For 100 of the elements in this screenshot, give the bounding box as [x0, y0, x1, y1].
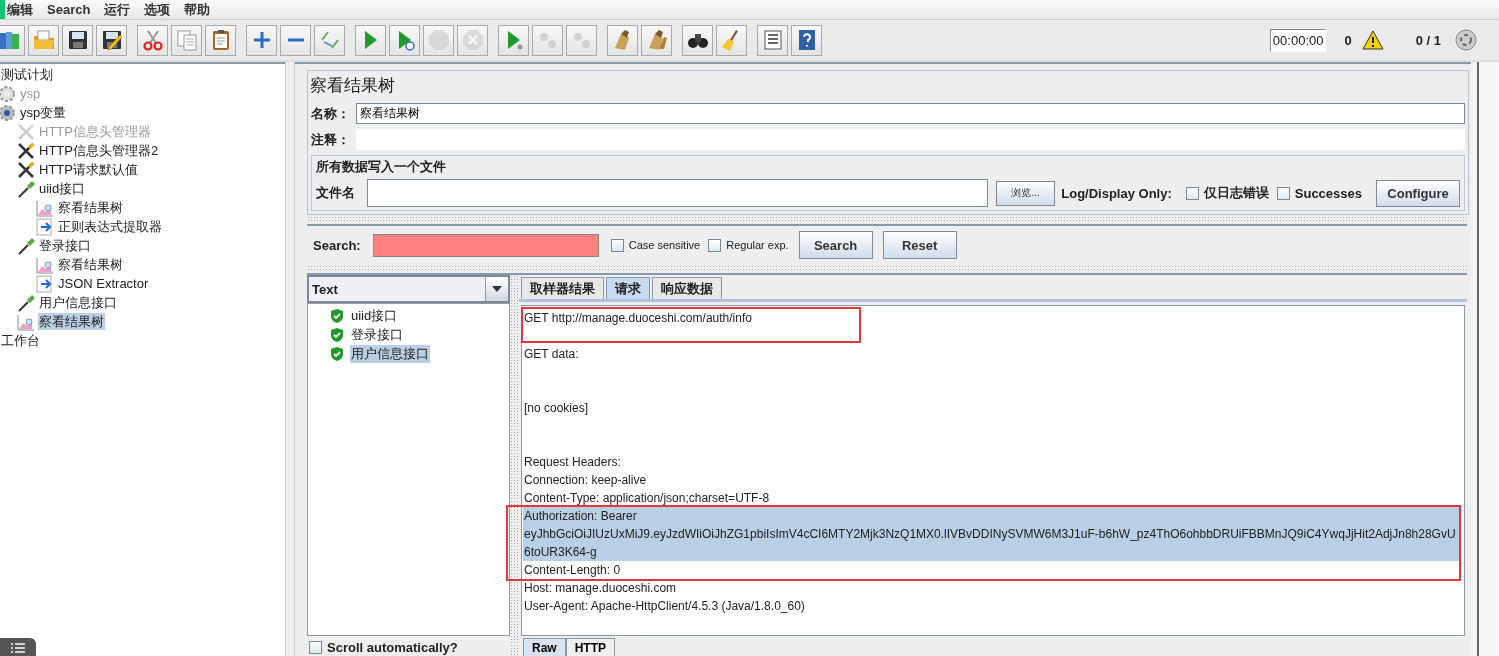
tree-item[interactable]: HTTP请求默认值 — [38, 161, 139, 178]
brush-icon — [614, 30, 629, 50]
floppy-pencil-icon — [102, 31, 122, 51]
floppy-icon — [68, 31, 87, 49]
shutdown-icon — [462, 30, 483, 50]
splitter[interactable] — [510, 275, 519, 656]
request-text-line: [no cookies] — [523, 400, 590, 417]
request-text-line: Content-Type: application/json;charset=UTF-8 — [523, 490, 771, 507]
tree-item[interactable]: ysp变量 — [19, 104, 68, 121]
binoculars-icon — [687, 34, 708, 48]
tree-item[interactable]: JSON Extractor — [57, 275, 150, 292]
dropper-icon — [16, 293, 36, 312]
checkbox-label: Regular exp. — [726, 239, 789, 251]
file-name-field[interactable] — [367, 179, 989, 207]
scissors-icon — [142, 30, 163, 51]
toolbar-button[interactable] — [682, 24, 713, 56]
tree-item[interactable]: 用户信息接口 — [38, 294, 118, 311]
name-field[interactable]: 察看结果树 — [356, 103, 1465, 124]
play-nopause-icon — [398, 31, 415, 51]
gear-icon — [0, 84, 17, 103]
tab[interactable]: HTTP — [565, 638, 616, 656]
graph-icon — [35, 255, 55, 274]
checkbox[interactable] — [1276, 186, 1290, 200]
menu-item[interactable]: Search — [41, 2, 99, 17]
tree-item[interactable]: 察看结果树 — [57, 256, 124, 273]
menu-icon[interactable] — [0, 638, 36, 656]
checkbox[interactable] — [708, 238, 722, 252]
menu-item[interactable]: 编辑 — [7, 0, 41, 19]
field-label: Search: — [313, 237, 361, 253]
request-text-line: Content-Length: 0 — [523, 562, 622, 579]
request-text-line: User-Agent: Apache-HttpClient/4.5.3 (Java/1.8.0_60) — [523, 598, 806, 615]
list-icon — [764, 30, 781, 50]
shield-check-icon — [330, 307, 344, 324]
plus-icon — [252, 30, 271, 50]
stop-icon — [428, 30, 449, 50]
arrow-page-icon — [35, 274, 55, 293]
tree-item[interactable]: 测试计划 — [0, 66, 54, 83]
checkbox[interactable] — [610, 238, 624, 252]
checkbox-label: Case sensitive — [628, 239, 701, 251]
search-field[interactable] — [372, 233, 599, 257]
browse-button[interactable]: 浏览... — [996, 180, 1056, 206]
result-item[interactable]: 用户信息接口 — [350, 344, 430, 363]
renderer-dropdown[interactable]: Text — [307, 275, 510, 303]
arrow-page-icon — [35, 217, 55, 236]
remote-play-icon — [507, 31, 522, 50]
warning-icon — [1361, 30, 1384, 50]
request-text-line: GET data: — [523, 346, 580, 363]
menu-item[interactable]: 帮助 — [178, 0, 219, 19]
shield-check-icon — [330, 326, 344, 343]
checkbox[interactable] — [1185, 186, 1199, 200]
error-count: 0 — [1344, 32, 1352, 48]
configure-button[interactable]: Configure — [1376, 179, 1460, 207]
menu-item[interactable]: 运行 — [98, 0, 139, 19]
menu-item[interactable]: 选项 — [138, 0, 179, 19]
tree-item[interactable]: 登录接口 — [38, 237, 92, 254]
result-item[interactable]: 登录接口 — [350, 325, 404, 344]
tab[interactable]: 请求 — [606, 277, 650, 299]
search-bar-button[interactable]: Search — [798, 231, 873, 259]
section-title: 所有数据写入一个文件 — [316, 158, 446, 176]
status-indicator-icon — [1455, 29, 1477, 51]
tools-icon — [16, 141, 36, 160]
field-label: 名称： — [311, 104, 350, 123]
gear-icon — [0, 103, 17, 122]
dots-icon — [539, 33, 556, 48]
field-label: 文件名 — [316, 184, 355, 202]
graph-icon — [16, 312, 36, 331]
tree-item[interactable]: uiid接口 — [38, 180, 87, 197]
tab[interactable]: 响应数据 — [652, 277, 722, 299]
clipboard-icon — [212, 30, 229, 50]
thread-count: 0 / 1 — [1415, 32, 1441, 48]
dots-icon — [573, 33, 590, 48]
request-text-line: Request Headers: — [523, 454, 622, 471]
checkbox-label: 仅日志错误 — [1203, 184, 1269, 202]
graph-icon — [35, 198, 55, 217]
minus-icon — [287, 38, 304, 42]
toolbar-button[interactable] — [96, 24, 127, 56]
broom-icon — [721, 30, 738, 51]
elapsed-time: 00:00:00 — [1269, 28, 1327, 52]
shield-check-icon — [330, 345, 344, 362]
checkbox-label: Scroll automatically? — [327, 639, 458, 655]
tree-item[interactable]: 正则表达式提取器 — [57, 218, 163, 235]
caret-icon — [492, 286, 502, 292]
books-icon — [0, 32, 19, 49]
dropper-icon — [16, 236, 36, 255]
request-text-line: GET http://manage.duoceshi.com/auth/info — [523, 310, 753, 327]
tools-icon — [16, 122, 36, 141]
checkbox[interactable] — [309, 640, 322, 654]
brushes-icon — [648, 30, 667, 50]
folder-icon — [33, 30, 54, 49]
tools-icon — [16, 160, 36, 179]
search-bar-button[interactable]: Reset — [882, 231, 957, 259]
tab[interactable]: Raw — [523, 638, 566, 656]
tree-item[interactable]: 察看结果树 — [38, 313, 105, 330]
help-icon — [798, 30, 815, 50]
tab[interactable]: 取样器结果 — [521, 277, 604, 299]
tree-item[interactable]: 察看结果树 — [57, 199, 124, 216]
result-item[interactable]: uiid接口 — [350, 306, 399, 325]
tree-item[interactable]: 工作台 — [0, 332, 41, 349]
tree-item[interactable]: HTTP信息头管理器2 — [38, 142, 160, 159]
toolbar-button[interactable] — [62, 24, 93, 56]
